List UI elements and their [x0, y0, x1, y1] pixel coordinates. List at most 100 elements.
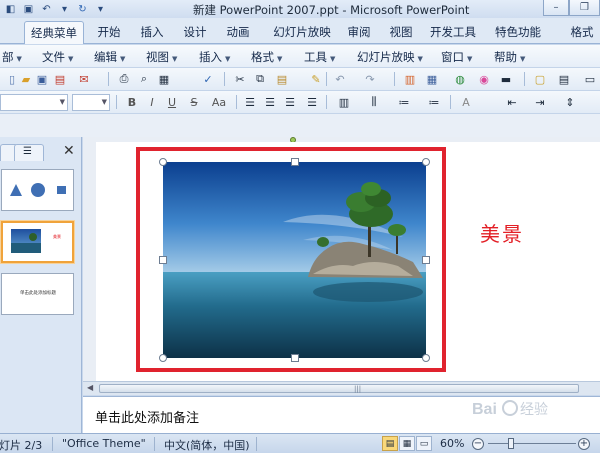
font-name-combo[interactable]: ▼	[0, 94, 68, 111]
research-icon[interactable]: ▦	[156, 71, 172, 87]
font-color-icon[interactable]: A	[458, 94, 474, 110]
design-icon[interactable]: ▭	[582, 71, 598, 87]
open-icon[interactable]: ▰	[18, 71, 34, 87]
permission-icon[interactable]: ▤	[52, 71, 68, 87]
slide-picture[interactable]	[163, 162, 426, 358]
zoom-in-button[interactable]: +	[578, 438, 590, 450]
grayscale-icon[interactable]: ▬	[498, 71, 514, 87]
customize-qat-icon[interactable]: ▾	[94, 3, 107, 16]
tab-outline[interactable]: ☰	[14, 144, 44, 161]
tab-home[interactable]: 开始	[90, 21, 128, 44]
scrollbar-thumb[interactable]: |||	[99, 384, 579, 393]
tab-design[interactable]: 设计	[176, 21, 214, 44]
menu-view[interactable]: 视图 ▼	[146, 49, 177, 65]
change-case-button[interactable]: Aa	[208, 94, 230, 110]
app-menu-icon[interactable]: ◧	[4, 3, 17, 16]
dropdown-icon[interactable]: ▾	[58, 3, 71, 16]
horizontal-scrollbar[interactable]: ◀ |||	[83, 381, 600, 395]
shadow-button[interactable]: S	[186, 94, 202, 110]
tab-special-features[interactable]: 特色功能	[490, 21, 546, 44]
menu-all[interactable]: 部 ▼	[2, 49, 22, 65]
align-right-icon[interactable]: ☰	[282, 94, 298, 110]
layout-icon[interactable]: ▤	[556, 71, 572, 87]
zoom-out-button[interactable]: −	[472, 438, 484, 450]
slide-thumbnail-2[interactable]: 美景	[0, 220, 75, 264]
tab-insert[interactable]: 插入	[133, 21, 171, 44]
menu-format[interactable]: 格式 ▼	[251, 49, 282, 65]
slide-thumbnail-1[interactable]	[1, 169, 74, 211]
font-size-combo[interactable]: ▼	[72, 94, 110, 111]
resize-handle-bottom-left[interactable]	[159, 354, 167, 362]
italic-button[interactable]: I	[144, 94, 160, 110]
increase-indent-icon[interactable]: ⇥	[532, 94, 548, 110]
tab-developer[interactable]: 开发工具	[425, 21, 481, 44]
numbering-icon[interactable]: ≔	[396, 94, 412, 110]
menu-help[interactable]: 帮助 ▼	[494, 49, 525, 65]
slideshow-view-button[interactable]: ▭	[416, 436, 432, 451]
scroll-left-icon[interactable]: ◀	[87, 383, 93, 392]
zoom-slider-knob[interactable]	[508, 438, 514, 449]
print-icon[interactable]: ⎙	[116, 71, 132, 87]
tab-slideshow[interactable]: 幻灯片放映	[264, 21, 340, 44]
underline-button[interactable]: U	[164, 94, 180, 110]
separator	[154, 437, 155, 451]
color-icon[interactable]: ◉	[476, 71, 492, 87]
line-spacing-icon[interactable]: ⇕	[562, 94, 578, 110]
decrease-indent-icon[interactable]: ⇤	[504, 94, 520, 110]
slide-sorter-view-button[interactable]: ▦	[399, 436, 415, 451]
close-icon[interactable]: ✕	[63, 143, 75, 159]
resize-handle-top-right[interactable]	[422, 158, 430, 166]
language-text[interactable]: 中文(简体，中国)	[164, 437, 250, 453]
resize-handle-top[interactable]	[291, 158, 299, 166]
format-painter-icon[interactable]: ✎	[308, 71, 324, 87]
tab-review[interactable]: 审阅	[340, 21, 378, 44]
resize-handle-bottom-right[interactable]	[422, 354, 430, 362]
menu-slideshow[interactable]: 幻灯片放映 ▼	[357, 49, 423, 65]
minimize-button[interactable]: –	[543, 0, 569, 16]
resize-handle-top-left[interactable]	[159, 158, 167, 166]
cut-icon[interactable]: ✂	[232, 71, 248, 87]
resize-handle-right[interactable]	[422, 256, 430, 264]
tab-format[interactable]: 格式	[564, 21, 600, 44]
print-preview-icon[interactable]: ⌕	[136, 71, 152, 87]
align-left-icon[interactable]: ☰	[242, 94, 258, 110]
menu-insert[interactable]: 插入 ▼	[199, 49, 230, 65]
text-direction-icon[interactable]: ⫼	[366, 94, 382, 110]
save-icon[interactable]: ▣	[34, 71, 50, 87]
save-icon[interactable]: ▣	[22, 3, 35, 16]
theme-name-text[interactable]: "Office Theme"	[62, 437, 146, 450]
bold-button[interactable]: B	[124, 94, 140, 110]
undo-icon[interactable]: ↶	[332, 71, 348, 87]
chart-icon[interactable]: ▥	[402, 71, 418, 87]
redo-icon[interactable]: ↻	[76, 3, 89, 16]
zoom-level-text[interactable]: 60%	[440, 437, 464, 450]
resize-handle-left[interactable]	[159, 256, 167, 264]
tab-view[interactable]: 视图	[382, 21, 420, 44]
normal-view-button[interactable]: ▤	[382, 436, 398, 451]
menu-window[interactable]: 窗口 ▼	[441, 49, 472, 65]
spelling-icon[interactable]: ✓	[200, 71, 216, 87]
align-center-icon[interactable]: ☰	[262, 94, 278, 110]
columns-icon[interactable]: ▥	[336, 94, 352, 110]
copy-icon[interactable]: ⧉	[252, 71, 268, 87]
menu-tools[interactable]: 工具 ▼	[304, 49, 335, 65]
table-icon[interactable]: ▦	[424, 71, 440, 87]
zoom-slider-track[interactable]	[488, 443, 576, 444]
tab-classic-menu[interactable]: 经典菜单	[24, 21, 84, 44]
justify-icon[interactable]: ☰	[304, 94, 320, 110]
restore-button[interactable]: ❐	[569, 0, 600, 16]
mail-icon[interactable]: ✉	[76, 71, 92, 87]
tab-animation[interactable]: 动画	[219, 21, 257, 44]
menu-file[interactable]: 文件 ▼	[42, 49, 73, 65]
slide-title-text[interactable]: 美景	[480, 218, 524, 247]
slide-canvas[interactable]: 美景	[96, 142, 600, 381]
menu-edit[interactable]: 编辑 ▼	[94, 49, 125, 65]
new-slide-icon[interactable]: ▢	[532, 71, 548, 87]
bullets-icon[interactable]: ≔	[426, 94, 442, 110]
slide-thumbnail-3[interactable]: 单击此处添加标题	[1, 273, 74, 315]
globe-icon[interactable]: ◍	[452, 71, 468, 87]
resize-handle-bottom[interactable]	[291, 354, 299, 362]
redo-icon[interactable]: ↷	[362, 71, 378, 87]
paste-icon[interactable]: ▤	[274, 71, 290, 87]
undo-icon[interactable]: ↶	[40, 3, 53, 16]
